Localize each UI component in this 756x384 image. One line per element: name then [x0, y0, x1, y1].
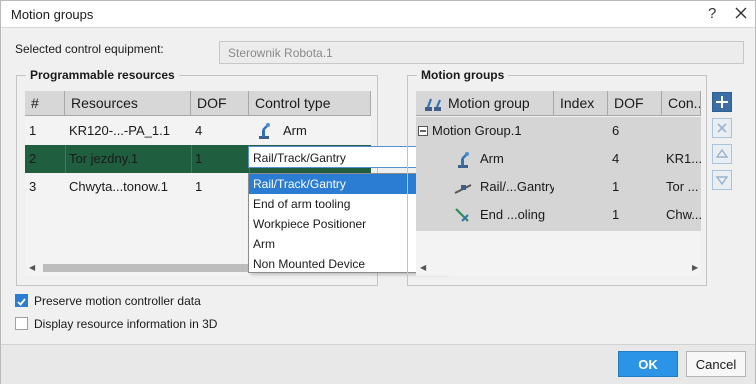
- rail-row-name[interactable]: Rail/...Gantry: [476, 173, 554, 201]
- row2-resource: Tor jezdny.1: [69, 151, 139, 166]
- collapse-icon[interactable]: [418, 126, 428, 136]
- control-type-dropdown-value: Rail/Track/Gantry: [253, 151, 346, 165]
- cancel-button[interactable]: Cancel: [686, 351, 746, 377]
- end-of-arm-tooling-icon: [455, 208, 469, 222]
- end-of-arm-row-name[interactable]: End ...oling: [476, 201, 554, 229]
- rail-row-control: Tor ...: [666, 179, 699, 194]
- row1-resource[interactable]: KR120-...-PA_1.1: [65, 117, 191, 145]
- dialog-title: Motion groups: [11, 7, 94, 22]
- row3-num: 3: [29, 179, 37, 194]
- selected-equipment-label: Selected control equipment:: [15, 42, 164, 56]
- selected-equipment-field: Sterownik Robota.1: [219, 41, 744, 64]
- rail-gantry-icon: [454, 184, 472, 194]
- checkmark-icon: [17, 298, 26, 306]
- col-header-index[interactable]: Index: [554, 91, 608, 116]
- rail-row-dof: 1: [612, 179, 620, 194]
- robot-arm-icon: [259, 123, 270, 139]
- motion-group-row-name[interactable]: Motion Group.1: [428, 117, 554, 145]
- row2-separator: [191, 145, 192, 173]
- arrow-down-icon: [715, 176, 729, 186]
- motion-grid: Motion group Index DOF Con... Motion Gro…: [416, 91, 701, 276]
- arm-row-dof: 4: [612, 151, 620, 166]
- col-header-resources[interactable]: Resources: [65, 91, 191, 116]
- programmable-resources-label: Programmable resources: [26, 68, 179, 82]
- plus-icon: [716, 96, 728, 108]
- motion-group-row-dof: 6: [612, 123, 620, 138]
- row1-dof: 4: [195, 123, 203, 138]
- display-3d-checkbox[interactable]: [15, 317, 28, 330]
- col-header-num[interactable]: #: [25, 91, 65, 116]
- motion-groups-dialog: Motion groups ? Selected control equipme…: [0, 0, 756, 384]
- title-bar: Motion groups ?: [1, 1, 755, 28]
- ok-button[interactable]: OK: [618, 351, 678, 377]
- scroll-left-arrow-icon[interactable]: ◀: [29, 263, 35, 272]
- move-up-button[interactable]: [712, 144, 732, 164]
- row1-control-type[interactable]: Arm: [279, 117, 369, 145]
- col-header-control-type[interactable]: Control type: [249, 91, 371, 116]
- arm-row-name[interactable]: Arm: [476, 145, 554, 173]
- robot-arm-icon: [458, 152, 469, 168]
- remove-button[interactable]: [712, 118, 732, 138]
- scroll-right-arrow-icon[interactable]: ▶: [692, 263, 698, 272]
- add-button[interactable]: [712, 92, 732, 112]
- end-of-arm-row-control: Chw...c: [666, 207, 701, 222]
- scroll-left-arrow-icon[interactable]: ◀: [420, 263, 426, 272]
- col-header-dof[interactable]: DOF: [608, 91, 662, 116]
- motion-group-icon: [425, 98, 442, 111]
- motion-groups-label: Motion groups: [417, 68, 509, 82]
- preserve-checkbox[interactable]: [15, 294, 28, 307]
- col-header-control[interactable]: Con...: [662, 91, 701, 116]
- close-icon[interactable]: [731, 3, 751, 23]
- row3-resource[interactable]: Chwyta...tonow.1: [65, 173, 191, 201]
- row1-num: 1: [29, 123, 37, 138]
- preserve-label: Preserve motion controller data: [34, 294, 201, 308]
- row2-dof: 1: [195, 151, 203, 166]
- arm-row-control: KR1...: [666, 151, 701, 166]
- row2-num: 2: [29, 151, 37, 166]
- arrow-up-icon: [715, 148, 729, 158]
- move-down-button[interactable]: [712, 170, 732, 190]
- help-icon[interactable]: ?: [708, 5, 716, 22]
- motion-hscrollbar[interactable]: ◀ ▶: [416, 261, 701, 275]
- row2-separator: [65, 145, 66, 173]
- delete-icon: [717, 123, 727, 133]
- display-3d-label: Display resource information in 3D: [34, 317, 218, 331]
- col-header-dof[interactable]: DOF: [191, 91, 249, 116]
- row3-dof: 1: [195, 179, 203, 194]
- end-of-arm-row-dof: 1: [612, 207, 620, 222]
